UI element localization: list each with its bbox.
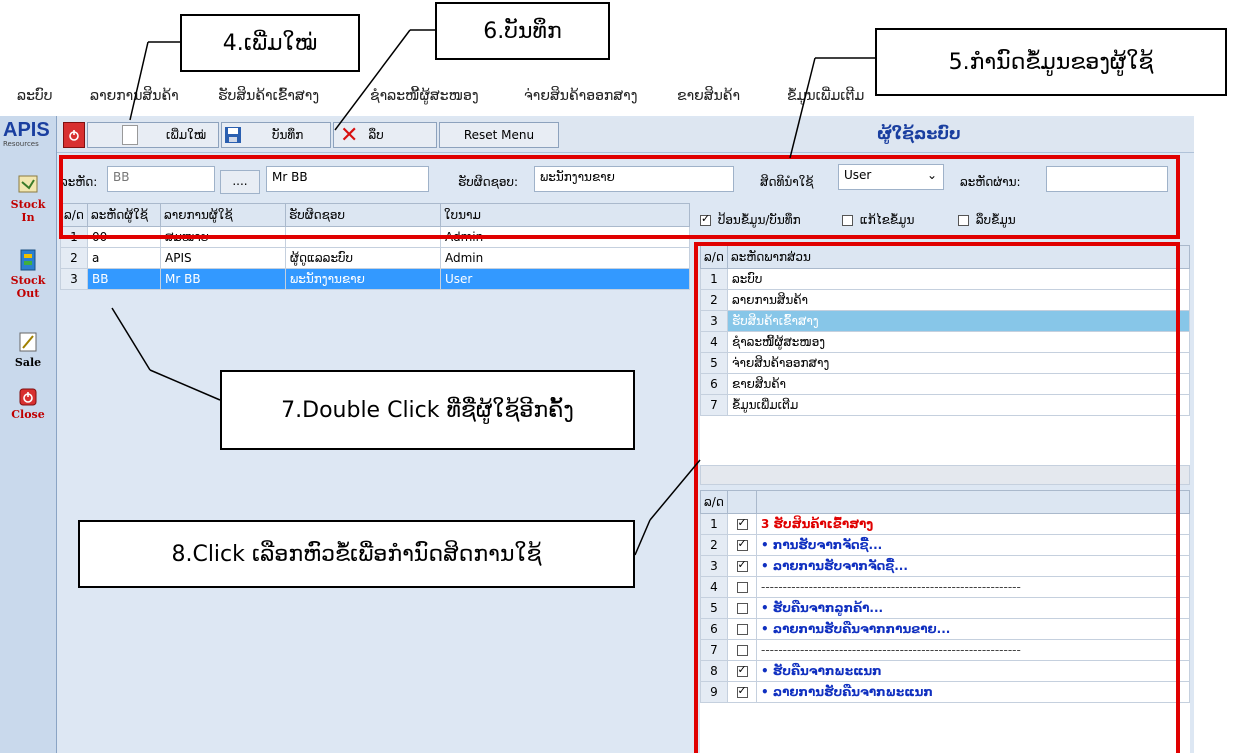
- callout-click-select: 8.Click ເລືອກຫົວຂໍ້ເພື່ອກຳນົດສິດການໃຊ້: [78, 520, 635, 588]
- callout-save: 6.ບັນທຶກ: [435, 2, 610, 60]
- callout-set-user-info: 5.ກຳນົດຂໍ້ມູນຂອງຜູ້ໃຊ້: [875, 28, 1227, 96]
- callout-double-click: 7.Double Click ທີ່ຊື່ຜູ້ໃຊ້ອີກຄັ້ງ: [220, 370, 635, 450]
- callout-add-new: 4.ເພີ່ມໃໝ່: [180, 14, 360, 72]
